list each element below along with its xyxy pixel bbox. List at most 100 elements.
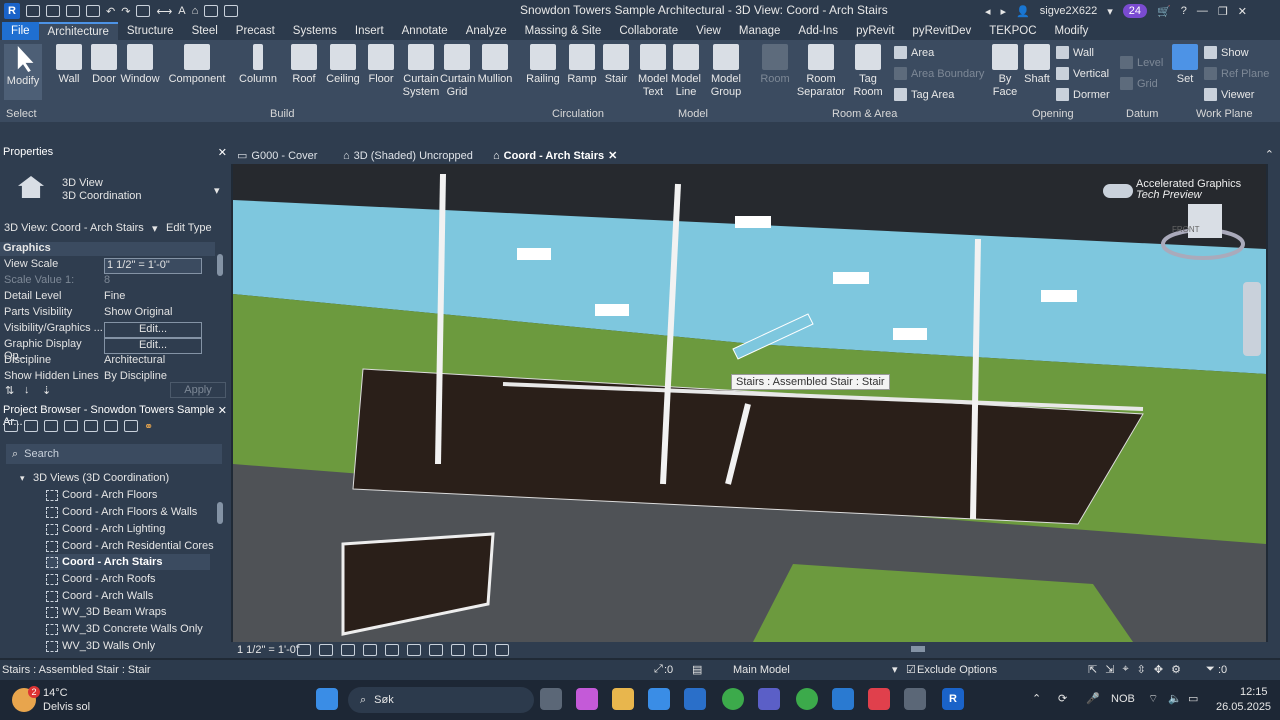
tag-room-button[interactable]: Tag Room <box>852 44 884 99</box>
grid-button[interactable]: Grid <box>1120 77 1158 90</box>
wall-button[interactable]: Wall <box>52 44 86 86</box>
model-text-button[interactable]: Model Text <box>638 44 668 99</box>
tree-item[interactable]: Coord - Arch Residential Cores <box>46 538 214 554</box>
mic-icon[interactable]: 🎤 <box>1086 692 1100 705</box>
area-boundary-button[interactable]: Area Boundary <box>894 67 984 80</box>
tab-modify[interactable]: Modify <box>1046 22 1098 40</box>
viewer-button[interactable]: Viewer <box>1204 88 1254 101</box>
tree-group[interactable]: 3D Views (3D Coordination) <box>33 472 169 484</box>
navigation-bar[interactable] <box>1243 282 1261 356</box>
tab-add-ins[interactable]: Add-Ins <box>789 22 847 40</box>
revit-taskbar-icon[interactable]: R <box>942 688 964 710</box>
main-model-selector[interactable]: Main Model <box>733 664 790 676</box>
shadows-icon[interactable] <box>363 644 377 656</box>
railing-button[interactable]: Railing <box>524 44 562 86</box>
render-icon[interactable] <box>385 644 399 656</box>
view-cube-face[interactable]: FRONT <box>1172 225 1200 234</box>
save-icon[interactable] <box>66 5 80 17</box>
clock-date[interactable]: 26.05.2025 <box>1216 701 1271 713</box>
zoom-icon[interactable] <box>24 420 38 432</box>
model-canvas[interactable] <box>233 164 1266 642</box>
organize-icon[interactable] <box>124 420 138 432</box>
modify-button[interactable]: Modify <box>4 44 42 100</box>
room-separator-button[interactable]: Room Separator <box>796 44 846 99</box>
battery-icon[interactable]: ▭ <box>1188 692 1198 705</box>
tree-item[interactable]: WV_3D Concrete Walls Only <box>46 621 203 637</box>
browser-scrollbar[interactable] <box>217 502 223 524</box>
instance-selector[interactable]: 3D View: Coord - Arch Stairs <box>4 222 162 234</box>
filter-icon[interactable] <box>104 420 118 432</box>
tab-g000-cover[interactable]: ▭ G000 - Cover <box>237 147 317 164</box>
checkbox-icon[interactable]: ☑ <box>906 663 916 676</box>
accelerated-graphics-toggle[interactable] <box>1103 184 1133 198</box>
detail-level-icon[interactable] <box>297 644 311 656</box>
tree-item[interactable]: Coord - Arch Floors <box>46 487 157 503</box>
chevron-up-icon[interactable]: ⌃ <box>1032 692 1041 705</box>
drag-elements-icon[interactable]: ✥ <box>1154 663 1163 676</box>
close-icon[interactable]: ✕ <box>1238 5 1247 18</box>
sort-alpha-icon[interactable]: ↓ <box>24 384 30 396</box>
tree-item[interactable]: Coord - Arch Roofs <box>46 571 156 587</box>
notification-badge[interactable]: 24 <box>1122 4 1148 18</box>
switch-windows-icon[interactable] <box>224 5 239 17</box>
ramp-button[interactable]: Ramp <box>566 44 598 86</box>
tab-coord-arch-stairs[interactable]: ⌂ Coord - Arch Stairs ✕ <box>493 147 617 164</box>
tab-pyrevit[interactable]: pyRevit <box>847 22 903 40</box>
ceiling-button[interactable]: Ceiling <box>324 44 362 86</box>
tree-item-selected[interactable]: Coord - Arch Stairs <box>46 554 210 570</box>
tab-insert[interactable]: Insert <box>346 22 393 40</box>
design-options-icon[interactable]: ▤ <box>692 663 702 676</box>
reveal-hidden-icon[interactable] <box>495 644 509 656</box>
start-icon[interactable] <box>316 688 338 710</box>
volume-icon[interactable]: 🔈 <box>1168 692 1182 705</box>
select-panel-label[interactable]: Select <box>6 108 37 120</box>
redo-icon[interactable]: ↷ <box>121 5 130 18</box>
mail-icon[interactable] <box>684 688 706 710</box>
tree-item[interactable]: WV_3D Walls Only <box>46 638 155 654</box>
measure-icon[interactable]: ⟷ <box>156 5 172 18</box>
tree-item[interactable]: WV_3D Beam Wraps <box>46 604 166 620</box>
room-area-panel-label[interactable]: Room & Area <box>832 108 897 120</box>
apply-button[interactable]: Apply <box>170 382 226 398</box>
close-icon[interactable]: ✕ <box>218 146 227 160</box>
nav-left-icon[interactable]: ◂ <box>985 5 991 18</box>
table-icon[interactable] <box>44 420 58 432</box>
horizontal-scrollbar[interactable] <box>911 646 925 652</box>
roof-button[interactable]: Roof <box>288 44 320 86</box>
nav-right-icon[interactable]: ▸ <box>1001 5 1007 18</box>
view-scrollbar[interactable] <box>1268 164 1280 642</box>
component-button[interactable]: Component <box>166 44 228 86</box>
tab-tekpoc[interactable]: TEKPOC <box>980 22 1045 40</box>
select-face-icon[interactable]: ⇳ <box>1137 663 1146 676</box>
home-icon[interactable] <box>26 5 40 17</box>
by-face-button[interactable]: By Face <box>990 44 1020 99</box>
taskbar-search[interactable]: ⌕ Søk <box>348 687 534 713</box>
select-links-icon[interactable]: ⇱ <box>1088 663 1097 676</box>
list-icon[interactable] <box>64 420 78 432</box>
close-icon[interactable]: ✕ <box>218 404 227 418</box>
store-icon[interactable] <box>648 688 670 710</box>
tab-3d-shaded[interactable]: ⌂ 3D (Shaded) Uncropped <box>343 147 473 164</box>
show-button[interactable]: Show <box>1204 46 1249 59</box>
tab-precast[interactable]: Precast <box>227 22 284 40</box>
tab-analyze[interactable]: Analyze <box>457 22 516 40</box>
dormer-button[interactable]: Dormer <box>1056 88 1110 101</box>
chevron-down-icon[interactable]: ▾ <box>1107 5 1113 18</box>
link-icon[interactable]: ⚭ <box>144 420 153 433</box>
print-icon[interactable] <box>136 5 151 17</box>
temporary-hide-icon[interactable] <box>473 644 487 656</box>
set-button[interactable]: Set <box>1170 44 1200 86</box>
vertical-button[interactable]: Vertical <box>1056 67 1109 80</box>
clock-time[interactable]: 12:15 <box>1240 686 1268 698</box>
crop-icon[interactable] <box>407 644 421 656</box>
chrome-icon[interactable] <box>722 688 744 710</box>
prop-value[interactable]: By Discipline <box>104 370 202 382</box>
open-icon[interactable] <box>46 5 60 17</box>
tab-manage[interactable]: Manage <box>730 22 790 40</box>
tab-massing-site[interactable]: Massing & Site <box>516 22 611 40</box>
window-button[interactable]: Window <box>120 44 160 86</box>
tab-annotate[interactable]: Annotate <box>393 22 457 40</box>
mullion-button[interactable]: Mullion <box>476 44 514 86</box>
ref-plane-button[interactable]: Ref Plane <box>1204 67 1269 80</box>
wifi-icon[interactable]: ⌔ <box>1148 692 1158 706</box>
